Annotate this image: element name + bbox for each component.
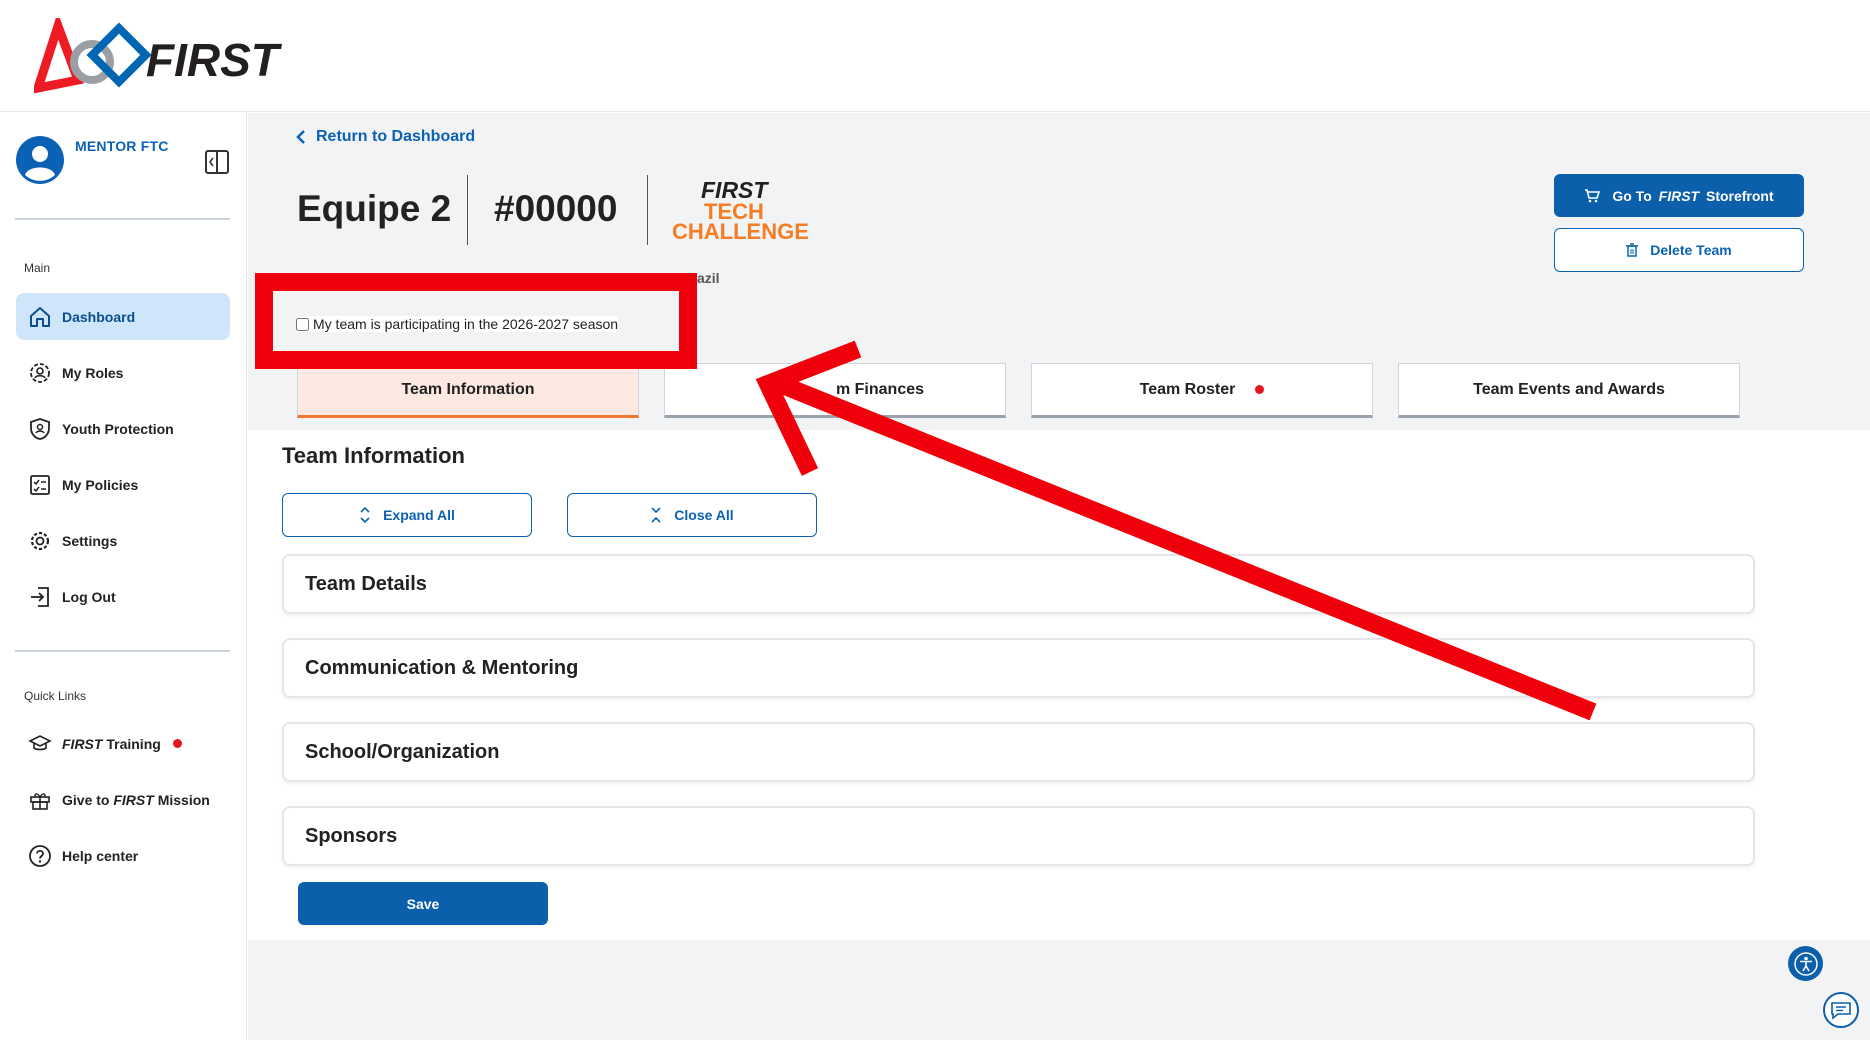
gear-icon (27, 528, 53, 554)
close-all-button[interactable]: Close All (567, 493, 817, 537)
user-avatar-icon[interactable] (15, 135, 65, 185)
checklist-icon (27, 472, 53, 498)
sidebar-item-label: Settings (62, 532, 118, 549)
sidebar-item-label: FIRST Training (62, 735, 161, 752)
return-to-dashboard-link[interactable]: Return to Dashboard (296, 128, 475, 146)
tab-team-events-and-awards[interactable]: Team Events and Awards (1398, 363, 1740, 418)
team-name: Equipe 2 (297, 188, 452, 229)
back-link-label: Return to Dashboard (316, 128, 476, 145)
season-participation-checkbox[interactable]: My team is participating in the 2026-202… (296, 316, 619, 332)
save-label: Save (406, 895, 440, 912)
sidebar-divider (15, 218, 230, 220)
sidebar-item-label: My Roles (62, 364, 124, 381)
roles-icon (27, 360, 53, 386)
quick-link-first-training[interactable]: FIRST Training (16, 720, 230, 767)
expand-all-label: Expand All (383, 507, 455, 523)
sidebar-item-label: Help center (62, 847, 139, 864)
gift-icon (27, 787, 53, 813)
sidebar: MENTOR FTC Main Dashboard My Roles Youth… (0, 113, 247, 1040)
first-logo[interactable]: FIRST (34, 18, 294, 94)
team-location: azil (697, 270, 720, 286)
delete-team-label: Delete Team (1650, 242, 1732, 258)
go-to-storefront-button[interactable]: Go To FIRST Storefront (1554, 174, 1804, 217)
expand-all-button[interactable]: Expand All (282, 493, 532, 537)
main-footer-area (248, 940, 1870, 1040)
tab-label: m Finances (835, 380, 925, 398)
accessibility-icon (1793, 951, 1818, 976)
main-section-label: Main (24, 261, 51, 275)
sidebar-item-label: Dashboard (62, 308, 136, 325)
tab-label: Team Roster (1139, 380, 1236, 398)
sidebar-item-log-out[interactable]: Log Out (16, 573, 230, 620)
chevron-left-icon (296, 130, 305, 144)
close-all-label: Close All (674, 507, 734, 523)
sidebar-item-my-policies[interactable]: My Policies (16, 461, 230, 508)
chat-button[interactable] (1823, 992, 1859, 1028)
tab-team-information[interactable]: Team Information (297, 363, 639, 418)
notification-dot (1255, 385, 1265, 394)
shield-icon (27, 416, 53, 442)
home-icon (27, 304, 53, 330)
participation-checkbox-label: My team is participating in the 2026-202… (313, 316, 619, 332)
sidebar-item-label: My Policies (62, 476, 139, 493)
user-name[interactable]: MENTOR FTC (75, 138, 169, 154)
accordion-title: Sponsors (305, 824, 398, 847)
graduation-cap-icon (27, 731, 53, 757)
accessibility-button[interactable] (1788, 946, 1823, 981)
tab-team-roster[interactable]: Team Roster (1031, 363, 1373, 418)
sidebar-item-dashboard[interactable]: Dashboard (16, 293, 230, 340)
sidebar-item-youth-protection[interactable]: Youth Protection (16, 405, 230, 452)
tab-team-finances[interactable]: m Finances (664, 363, 1006, 418)
header-separator (467, 175, 468, 245)
collapse-sidebar-icon[interactable] (204, 149, 230, 175)
accordion-sponsors[interactable]: Sponsors (282, 806, 1755, 866)
tab-label: Team Events and Awards (1473, 380, 1665, 398)
help-icon (27, 843, 53, 869)
team-number: #00000 (494, 188, 618, 229)
top-header: FIRST (0, 0, 1870, 112)
notification-dot (172, 739, 182, 748)
participation-checkbox-input[interactable] (296, 317, 309, 331)
delete-team-button[interactable]: Delete Team (1554, 228, 1804, 272)
accordion-title: Communication & Mentoring (305, 656, 579, 679)
quick-link-help-center[interactable]: Help center (16, 832, 230, 879)
header-separator (647, 175, 648, 245)
sidebar-item-label: Youth Protection (62, 420, 174, 437)
accordion-communication-mentoring[interactable]: Communication & Mentoring (282, 638, 1755, 698)
collapse-icon (651, 507, 661, 523)
accordion-team-details[interactable]: Team Details (282, 554, 1755, 614)
accordion-title: Team Details (305, 572, 427, 595)
svg-text:FIRST: FIRST (146, 34, 283, 86)
trash-icon (1626, 243, 1639, 257)
accordion-school-organization[interactable]: School/Organization (282, 722, 1755, 782)
cart-icon (1585, 188, 1601, 202)
svg-text:CHALLENGE: CHALLENGE (672, 219, 809, 244)
accordion-title: School/Organization (305, 740, 500, 763)
tab-label: Team Information (401, 380, 535, 398)
sidebar-item-label: Log Out (62, 588, 116, 605)
quick-links-label: Quick Links (24, 689, 87, 703)
quick-link-give-to-first[interactable]: Give to FIRST Mission (16, 776, 230, 823)
save-button[interactable]: Save (298, 882, 548, 925)
chat-icon (1831, 1002, 1851, 1020)
sidebar-item-settings[interactable]: Settings (16, 517, 230, 564)
section-title: Team Information (282, 443, 465, 468)
sidebar-item-my-roles[interactable]: My Roles (16, 349, 230, 396)
sidebar-divider (15, 650, 230, 652)
sidebar-item-label: Give to FIRST Mission (62, 791, 210, 808)
first-tech-challenge-logo: FIRST TECH CHALLENGE (672, 177, 809, 244)
storefront-label: Go To FIRST Storefront (1612, 187, 1774, 204)
expand-icon (360, 506, 370, 524)
logout-icon (27, 584, 53, 610)
